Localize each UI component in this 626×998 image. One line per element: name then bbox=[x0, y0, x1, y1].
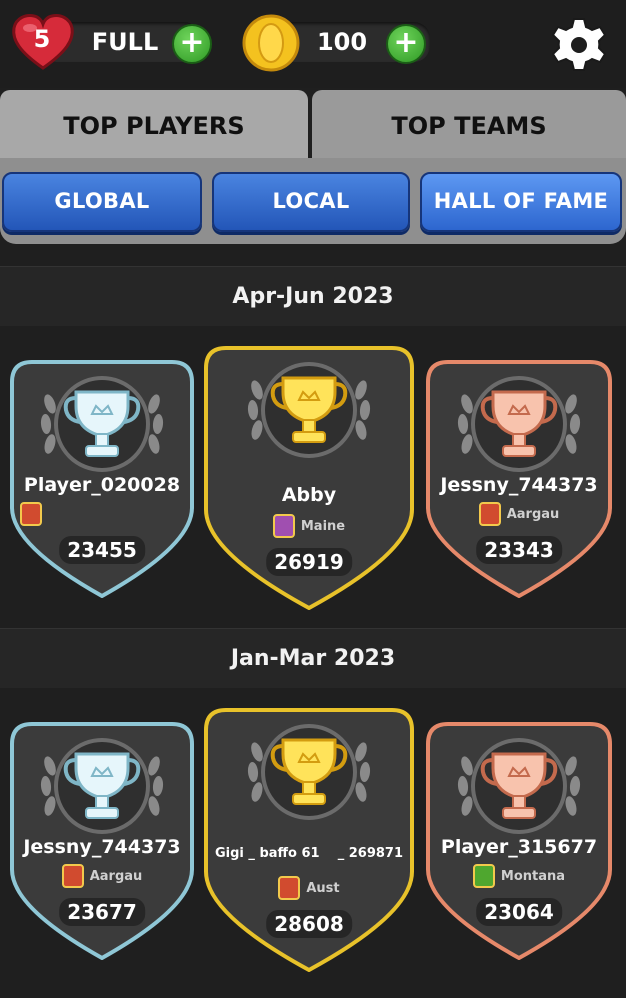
trophy-icon bbox=[63, 390, 141, 457]
coins-count: 100 bbox=[316, 28, 368, 56]
player-score: 23064 bbox=[476, 898, 562, 926]
player-name: Player_315677 bbox=[440, 836, 598, 858]
region-badge-icon bbox=[478, 502, 501, 526]
bronze-rank-card[interactable]: Jessny_744373 Aargau 23343 bbox=[426, 360, 612, 598]
player-name: Jessny_744373 bbox=[23, 836, 181, 858]
trophy-icon bbox=[63, 752, 141, 819]
silver-rank-card[interactable]: Player_020028 23455 bbox=[10, 360, 194, 598]
gold-rank-card[interactable]: Gigi _ baffo 61 _ 269871 Aust 28608 bbox=[204, 708, 414, 972]
region-name: Aargau bbox=[506, 506, 560, 522]
trophy-icon bbox=[480, 752, 558, 819]
settings-gear-icon[interactable] bbox=[550, 16, 608, 74]
player-region: Aust bbox=[204, 876, 414, 900]
player-region: Maine bbox=[204, 514, 414, 538]
region-name: Aargau bbox=[89, 868, 143, 884]
region-badge-icon bbox=[278, 876, 301, 900]
player-name: Player_020028 bbox=[23, 474, 181, 496]
trophy-icon bbox=[270, 376, 348, 443]
player-region bbox=[10, 502, 194, 526]
add-lives-button[interactable]: + bbox=[172, 24, 212, 64]
scope-hall-of-fame-button[interactable]: HALL OF FAME bbox=[420, 172, 622, 232]
player-region: Montana bbox=[426, 864, 612, 888]
player-score: 23343 bbox=[476, 536, 562, 564]
silver-rank-card[interactable]: Jessny_744373 Aargau 23677 bbox=[10, 722, 194, 960]
bronze-rank-card[interactable]: Player_315677 Montana 23064 bbox=[426, 722, 612, 960]
player-score: 28608 bbox=[266, 910, 352, 938]
season-title: Jan-Mar 2023 bbox=[0, 628, 626, 690]
region-badge-icon bbox=[20, 502, 42, 526]
tab-top-teams[interactable]: TOP TEAMS bbox=[312, 90, 626, 162]
player-name: Gigi _ baffo 61 _ 269871 bbox=[215, 846, 403, 861]
region-name: Aust bbox=[306, 880, 340, 896]
player-score: 23455 bbox=[59, 536, 145, 564]
player-score: 26919 bbox=[266, 548, 352, 576]
region-badge-icon bbox=[61, 864, 84, 888]
season-title: Apr-Jun 2023 bbox=[0, 266, 626, 328]
scope-global-button[interactable]: GLOBAL bbox=[2, 172, 202, 232]
region-name: Maine bbox=[300, 518, 346, 534]
region-badge-icon bbox=[272, 514, 295, 538]
region-name: Montana bbox=[500, 868, 566, 884]
scope-local-button[interactable]: LOCAL bbox=[212, 172, 410, 232]
add-coins-button[interactable]: + bbox=[386, 24, 426, 64]
player-region: Aargau bbox=[426, 502, 612, 526]
player-name: Abby bbox=[281, 484, 337, 506]
player-region: Aargau bbox=[10, 864, 194, 888]
player-score: 23677 bbox=[59, 898, 145, 926]
player-name: Jessny_744373 bbox=[440, 474, 598, 496]
lives-count: 5 bbox=[33, 25, 51, 53]
region-badge-icon bbox=[472, 864, 495, 888]
trophy-icon bbox=[480, 390, 558, 457]
lives-status: FULL bbox=[91, 28, 159, 56]
coin-icon bbox=[242, 14, 300, 72]
tab-top-players[interactable]: TOP PLAYERS bbox=[0, 90, 308, 162]
gold-rank-card[interactable]: Abby Maine 26919 bbox=[204, 346, 414, 610]
trophy-icon bbox=[270, 738, 348, 805]
